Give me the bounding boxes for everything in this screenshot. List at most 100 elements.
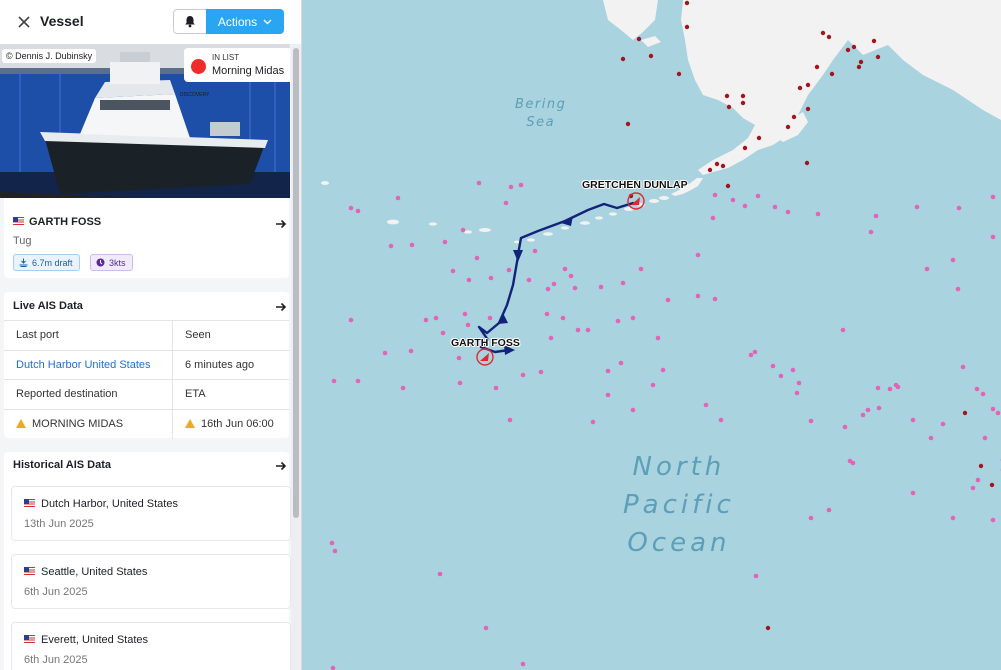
port-marker[interactable]	[707, 167, 713, 173]
vessel-marker[interactable]	[842, 424, 848, 430]
vessel-marker[interactable]	[928, 435, 934, 441]
vessel-marker[interactable]	[605, 368, 611, 374]
vessel-marker[interactable]	[526, 277, 532, 283]
vessel-marker[interactable]	[755, 193, 761, 199]
vessel-marker[interactable]	[615, 318, 621, 324]
historical-port-item[interactable]: Everett, United States 6th Jun 2025	[11, 622, 291, 670]
last-port-link[interactable]: Dutch Harbor United States	[16, 359, 151, 371]
vessel-marker[interactable]	[990, 234, 996, 240]
vessel-marker[interactable]	[518, 182, 524, 188]
vessel-marker[interactable]	[815, 211, 821, 217]
vessel-label-secondary[interactable]: GRETCHEN DUNLAP	[582, 179, 688, 191]
arrow-right-icon[interactable]	[275, 460, 287, 472]
vessel-marker[interactable]	[712, 296, 718, 302]
vessel-marker[interactable]	[650, 382, 656, 388]
port-marker[interactable]	[856, 64, 862, 70]
vessel-marker[interactable]	[395, 195, 401, 201]
vessel-marker[interactable]	[508, 184, 514, 190]
vessel-marker[interactable]	[695, 252, 701, 258]
vessel-marker[interactable]	[990, 406, 996, 412]
historical-port-item[interactable]: Dutch Harbor, United States 13th Jun 202…	[11, 486, 291, 541]
port-marker[interactable]	[765, 625, 771, 631]
vessel-marker[interactable]	[875, 385, 881, 391]
vessel-marker[interactable]	[408, 348, 414, 354]
port-marker[interactable]	[756, 135, 762, 141]
vessel-marker[interactable]	[476, 180, 482, 186]
vessel-marker[interactable]	[772, 204, 778, 210]
vessel-marker[interactable]	[560, 315, 566, 321]
vessel-marker[interactable]	[873, 213, 879, 219]
vessel-marker[interactable]	[630, 315, 636, 321]
port-marker[interactable]	[791, 114, 797, 120]
vessel-marker[interactable]	[960, 364, 966, 370]
vessel-marker[interactable]	[955, 286, 961, 292]
port-marker[interactable]	[978, 463, 984, 469]
vessel-marker[interactable]	[742, 203, 748, 209]
vessel-marker[interactable]	[538, 369, 544, 375]
vessel-marker[interactable]	[718, 417, 724, 423]
vessel-marker[interactable]	[590, 419, 596, 425]
vessel-marker[interactable]	[450, 268, 456, 274]
arrow-right-icon[interactable]	[275, 301, 287, 313]
vessel-marker[interactable]	[331, 378, 337, 384]
port-marker[interactable]	[797, 85, 803, 91]
vessel-marker[interactable]	[794, 390, 800, 396]
vessel-marker[interactable]	[975, 477, 981, 483]
vessel-marker[interactable]	[507, 417, 513, 423]
vessel-marker[interactable]	[575, 327, 581, 333]
port-marker[interactable]	[962, 410, 968, 416]
vessel-marker[interactable]	[790, 367, 796, 373]
vessel-marker[interactable]	[895, 384, 901, 390]
port-marker[interactable]	[720, 163, 726, 169]
vessel-marker[interactable]	[551, 281, 557, 287]
vessel-marker[interactable]	[355, 378, 361, 384]
vessel-marker[interactable]	[730, 197, 736, 203]
historical-port-item[interactable]: Seattle, United States 6th Jun 2025	[11, 554, 291, 609]
vessel-marker[interactable]	[940, 421, 946, 427]
close-icon[interactable]	[14, 12, 34, 32]
vessel-marker[interactable]	[382, 350, 388, 356]
vessel-marker[interactable]	[752, 349, 758, 355]
vessel-marker[interactable]	[990, 194, 996, 200]
port-marker[interactable]	[684, 0, 690, 6]
vessel-marker[interactable]	[488, 275, 494, 281]
vessel-marker[interactable]	[545, 286, 551, 292]
port-marker[interactable]	[676, 71, 682, 77]
in-list-badge[interactable]: IN LIST Morning Midas	[184, 48, 290, 82]
port-marker[interactable]	[740, 93, 746, 99]
vessel-marker[interactable]	[506, 267, 512, 273]
actions-dropdown-button[interactable]: Actions	[206, 9, 284, 34]
vessel-marker[interactable]	[433, 315, 439, 321]
vessel-marker[interactable]	[465, 322, 471, 328]
vessel-marker[interactable]	[995, 410, 1001, 416]
vessel-marker[interactable]	[638, 266, 644, 272]
vessel-marker[interactable]	[753, 573, 759, 579]
vessel-marker[interactable]	[974, 386, 980, 392]
port-marker[interactable]	[625, 121, 631, 127]
vessel-marker[interactable]	[409, 242, 415, 248]
vessel-marker[interactable]	[868, 229, 874, 235]
vessel-marker[interactable]	[400, 385, 406, 391]
vessel-marker[interactable]	[990, 517, 996, 523]
vessel-marker[interactable]	[665, 297, 671, 303]
port-marker[interactable]	[826, 34, 832, 40]
port-marker[interactable]	[858, 59, 864, 65]
vessel-marker[interactable]	[950, 257, 956, 263]
vessel-marker[interactable]	[460, 227, 466, 233]
vessel-marker[interactable]	[462, 311, 468, 317]
vessel-marker[interactable]	[655, 335, 661, 341]
port-marker[interactable]	[648, 53, 654, 59]
port-marker[interactable]	[805, 82, 811, 88]
port-marker[interactable]	[725, 183, 731, 189]
vessel-marker[interactable]	[487, 315, 493, 321]
port-marker[interactable]	[726, 104, 732, 110]
scrollbar-thumb[interactable]	[293, 48, 299, 518]
vessel-marker[interactable]	[860, 412, 866, 418]
map-canvas[interactable]	[303, 0, 1001, 670]
vessel-marker[interactable]	[712, 192, 718, 198]
vessel-marker[interactable]	[910, 417, 916, 423]
vessel-marker[interactable]	[660, 367, 666, 373]
vessel-marker[interactable]	[355, 208, 361, 214]
vessel-marker[interactable]	[520, 372, 526, 378]
vessel-marker[interactable]	[785, 209, 791, 215]
